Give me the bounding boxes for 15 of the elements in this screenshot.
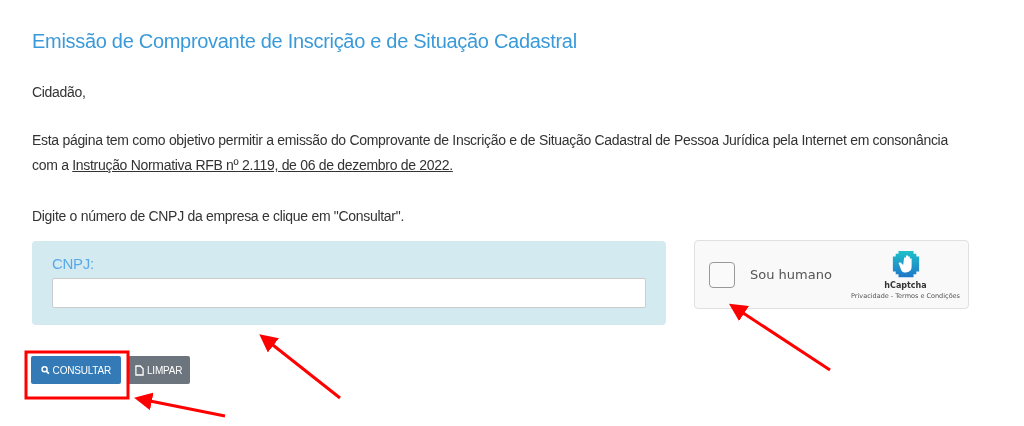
hand-logo-icon [890, 249, 921, 279]
regulation-link[interactable]: Instrução Normativa RFB nº 2.119, de 06 de dezembro de 2022. [72, 157, 453, 173]
instruction-text: Digite o número de CNPJ da empresa e clique em "Consultar". [32, 208, 405, 224]
document-icon [135, 364, 144, 376]
greeting-text: Cidadão, [32, 84, 87, 100]
consult-button[interactable]: CONSULTAR [31, 356, 121, 384]
cnpj-input-field[interactable] [52, 278, 646, 308]
captcha-brand: hCaptcha [884, 281, 927, 290]
captcha-label: Sou humano [750, 267, 832, 282]
search-icon [41, 365, 50, 375]
clear-button[interactable]: LIMPAR [127, 356, 191, 384]
captcha-checkbox[interactable] [709, 261, 735, 288]
cnpj-label: CNPJ: [52, 255, 95, 272]
intro-paragraph: Esta página tem como objetivo permitir a emissão do Comprovante de Inscrição e de Situação Cadastral de Pessoa Jurídica pela Internet em consonância com a Instrução Normativa RFB nº 2.119, de 06 de dezembro de 2022. [32, 131, 950, 175]
page-title: Emissão de Comprovante de Inscrição e de Situação Cadastral [32, 29, 578, 53]
